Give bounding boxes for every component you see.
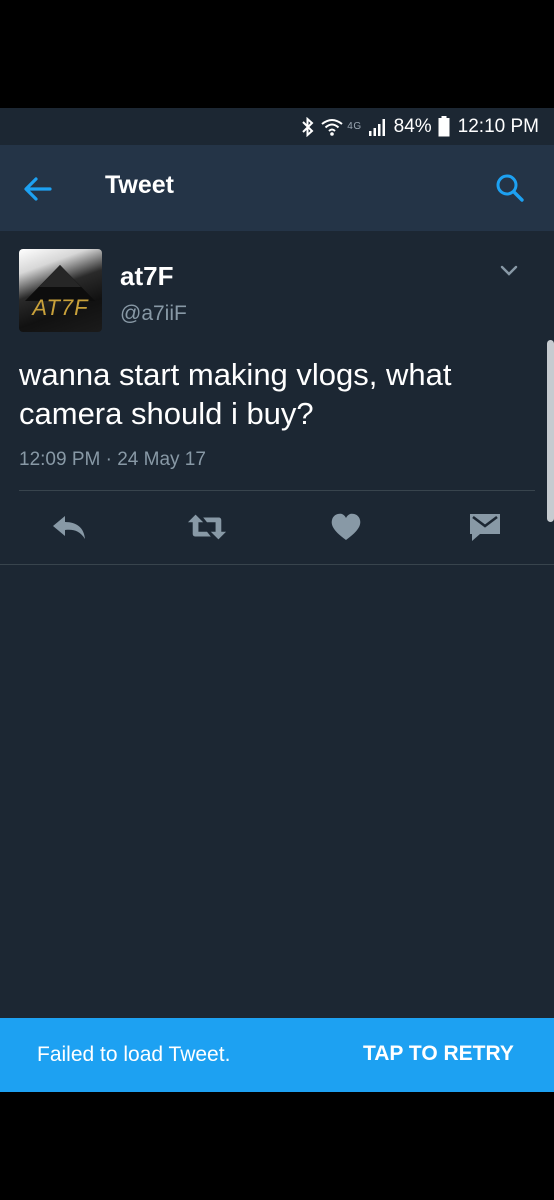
tweet-options-button[interactable] (499, 264, 519, 278)
arrow-left-icon (24, 177, 52, 201)
page-title: Tweet (105, 171, 174, 199)
avatar-label: AT7F (32, 295, 89, 320)
app-bar: Tweet (0, 145, 554, 231)
like-button[interactable] (326, 509, 366, 545)
network-type: 4G (347, 121, 362, 132)
back-button[interactable] (22, 173, 54, 205)
wifi-icon (321, 118, 343, 136)
bluetooth-icon (301, 116, 315, 137)
tweet-detail-screen: 4G 84% 12:10 PM Tweet AT7F at7F @a7iiF w… (0, 108, 554, 1092)
signal-icon (368, 118, 388, 136)
display-name[interactable]: at7F (120, 261, 173, 292)
avatar[interactable]: AT7F (19, 249, 102, 332)
status-bar: 4G 84% 12:10 PM (0, 108, 554, 145)
reply-icon (53, 516, 85, 539)
tweet-timestamp: 12:09 PM · 24 May 17 (19, 449, 206, 470)
retweet-icon (187, 514, 227, 540)
tap-to-retry-button[interactable]: TAP TO RETRY (363, 1042, 514, 1066)
tweet-text: wanna start making vlogs, what camera sh… (19, 357, 452, 431)
snackbar-message: Failed to load Tweet. (37, 1043, 231, 1066)
search-icon (496, 174, 524, 202)
retweet-button[interactable] (187, 509, 227, 545)
search-button[interactable] (494, 172, 526, 204)
battery-icon (438, 116, 450, 137)
direct-message-icon (470, 514, 500, 541)
chevron-down-icon (500, 265, 518, 276)
tweet-actions (0, 491, 554, 565)
username-handle[interactable]: @a7iiF (120, 302, 187, 326)
reply-button[interactable] (49, 509, 89, 545)
battery-percent: 84% (393, 115, 432, 137)
direct-message-button[interactable] (465, 509, 505, 545)
error-snackbar: Failed to load Tweet. TAP TO RETRY (0, 1018, 554, 1092)
scrollbar[interactable] (547, 340, 554, 522)
section-divider (0, 564, 554, 565)
clock: 12:10 PM (457, 115, 539, 137)
like-icon (331, 513, 361, 540)
